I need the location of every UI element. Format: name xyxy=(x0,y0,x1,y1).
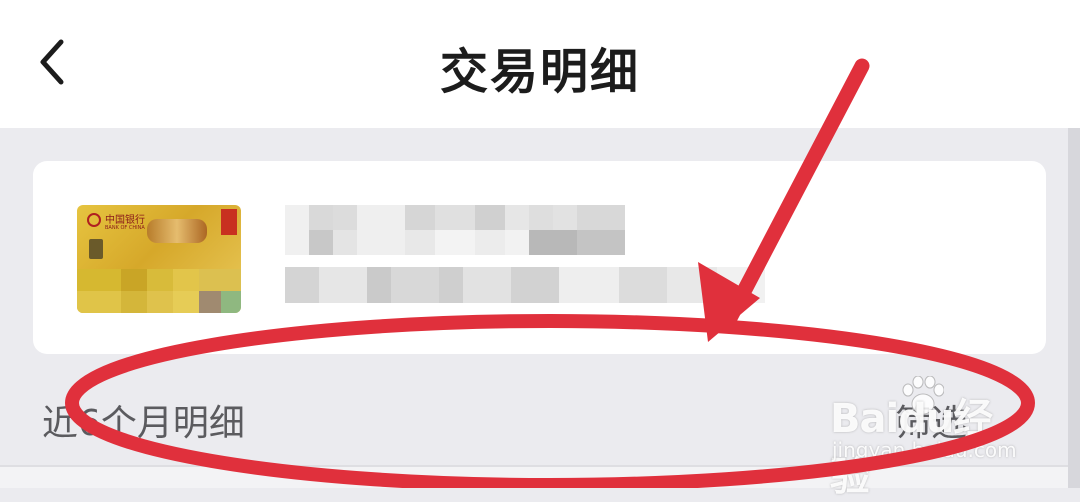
header-bar: 交易明细 xyxy=(0,0,1080,128)
bank-card-image: 中国银行 BANK OF CHINA xyxy=(77,205,241,313)
account-number-redacted xyxy=(285,267,765,303)
watermark-url: jingyan.baidu.com xyxy=(832,438,1017,462)
month-range-label: 近6个月明细 xyxy=(42,403,245,444)
scrollbar[interactable] xyxy=(1068,128,1080,488)
card-mosaic xyxy=(77,269,241,313)
page-title: 交易明细 xyxy=(439,44,640,100)
bank-card-panel[interactable]: 中国银行 BANK OF CHINA xyxy=(33,161,1046,354)
card-chip xyxy=(89,239,103,259)
bank-logo-icon xyxy=(87,213,101,227)
card-tag xyxy=(221,209,237,235)
bank-name-en: BANK OF CHINA xyxy=(105,225,145,231)
account-name-redacted xyxy=(285,205,625,255)
card-ornament xyxy=(147,219,207,243)
bank-name: 中国银行 xyxy=(105,215,145,226)
baidu-watermark: Baidu经验 jingyan.baidu.com xyxy=(828,376,1028,500)
